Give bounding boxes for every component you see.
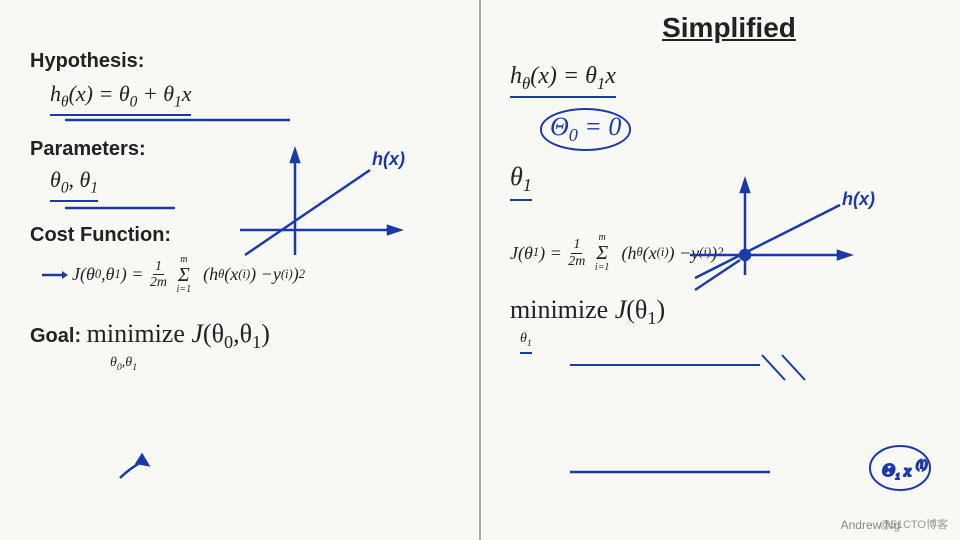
right-parameter: θ1: [510, 162, 532, 191]
left-panel: Hypothesis: hθ(x) = θ0 + θ1x Parameters:…: [0, 0, 480, 540]
right-panel: hθ(x) = θ1x Θ0 = 0 θ1 J(θ1) = 1: [480, 0, 960, 540]
hypothesis-section: Hypothesis: hθ(x) = θ0 + θ1x: [30, 50, 450, 116]
parameters-label: Parameters:: [30, 138, 450, 161]
hypothesis-label: Hypothesis:: [30, 50, 450, 73]
cost-function-label: Cost Function:: [30, 224, 450, 247]
cost-function-section: Cost Function: J(θ0,θ1) = 1 2m m: [30, 224, 450, 297]
attribution: Andrew Ng: [841, 518, 900, 532]
right-hypothesis: hθ(x) = θ1x: [510, 63, 616, 89]
goal-subscript: θ0,θ1: [110, 353, 450, 375]
goal-label: Goal:: [30, 325, 87, 348]
parameters-formula: θ0, θ1: [50, 167, 98, 192]
hypothesis-formula: hθ(x) = θ0 + θ1x: [50, 81, 191, 106]
cost-formula: J(θ0,θ1) = 1 2m m Σ i=1 (hθ(x(i)) − y(i)…: [72, 253, 305, 297]
goal-formula: minimize J(θ0,θ1): [87, 319, 270, 353]
parameters-section: Parameters: θ0, θ1: [30, 138, 450, 202]
goal-section: Goal: minimize J(θ0,θ1) θ0,θ1: [30, 319, 450, 375]
right-cost: J(θ1) = 1 2m m Σ i=1 (hθ(x(i)) − y(i))2: [510, 231, 930, 275]
right-goal: minimize J(θ1): [510, 295, 665, 324]
cost-arrow-icon: [40, 265, 68, 285]
right-goal-subscript: θ1: [520, 329, 930, 354]
theta0-equals-0: Θ0 = 0: [540, 108, 631, 150]
